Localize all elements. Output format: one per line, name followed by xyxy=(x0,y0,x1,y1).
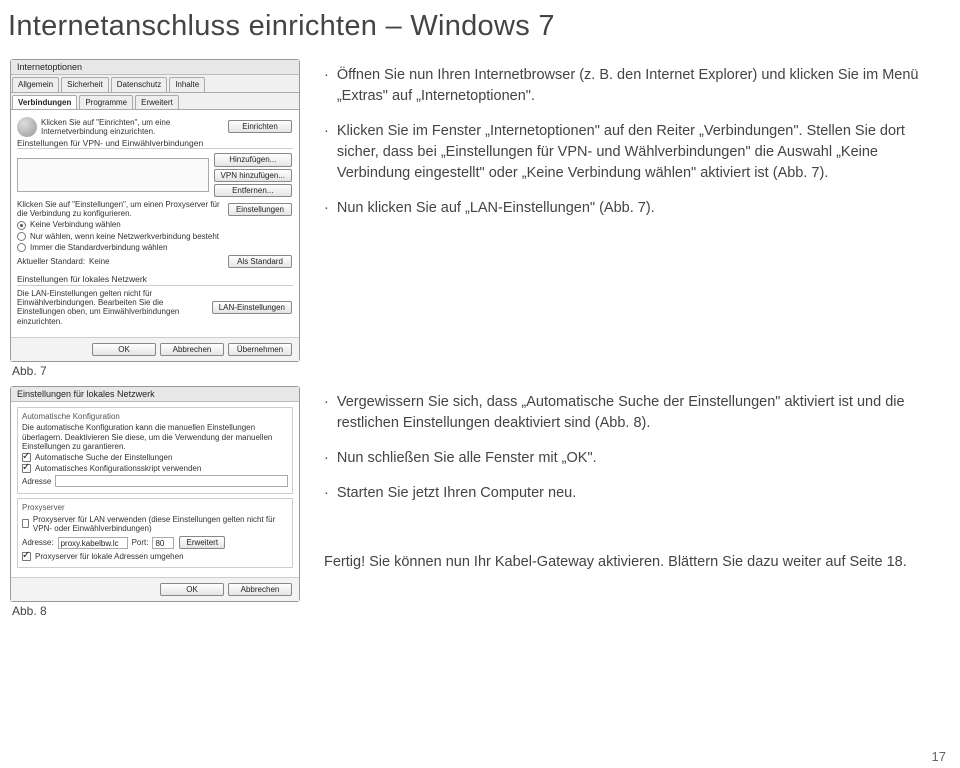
radio-always-label: Immer die Standardverbindung wählen xyxy=(30,243,167,252)
checkbox-script[interactable] xyxy=(22,464,31,473)
checkbox-auto-detect[interactable] xyxy=(22,453,31,462)
setup-button[interactable]: Einrichten xyxy=(228,120,292,133)
add-vpn-button[interactable]: VPN hinzufügen... xyxy=(214,169,292,182)
tab-inhalte[interactable]: Inhalte xyxy=(169,77,205,91)
tab-datenschutz[interactable]: Datenschutz xyxy=(111,77,167,91)
proxy-port-input[interactable]: 80 xyxy=(152,537,174,549)
caption-abb8: Abb. 8 xyxy=(10,604,300,618)
dialog-title: Internetoptionen xyxy=(11,60,299,75)
lan-hint: Die LAN-Einstellungen gelten nicht für E… xyxy=(17,289,207,326)
proxy-address-label: Adresse: xyxy=(22,538,54,547)
instruction-list-bottom: Vergewissern Sie sich, dass „Automatisch… xyxy=(324,392,950,504)
tab-row-2: Verbindungen Programme Erweitert xyxy=(11,93,299,110)
auto-config-hint: Die automatische Konfiguration kann die … xyxy=(22,423,288,451)
final-note: Fertig! Sie können nun Ihr Kabel-Gateway… xyxy=(324,552,950,572)
checkbox-proxy-label: Proxyserver für LAN verwenden (diese Ein… xyxy=(33,515,288,533)
dialog-title: Einstellungen für lokales Netzwerk xyxy=(11,387,299,402)
cancel-button[interactable]: Abbrechen xyxy=(228,583,292,596)
proxy-address-input[interactable]: proxy.kabelbw.lc xyxy=(58,537,128,549)
remove-button[interactable]: Entfernen... xyxy=(214,184,292,197)
proxy-frame-title: Proxyserver xyxy=(22,503,288,512)
advanced-button[interactable]: Erweitert xyxy=(179,536,225,549)
instruction-item: Nun klicken Sie auf „LAN-Einstellungen" … xyxy=(324,198,950,219)
connection-list[interactable] xyxy=(17,158,209,192)
radio-only-when[interactable] xyxy=(17,232,26,241)
tab-row-1: Allgemein Sicherheit Datenschutz Inhalte xyxy=(11,75,299,92)
dialog-lan-settings: Einstellungen für lokales Netzwerk Autom… xyxy=(10,386,300,603)
add-button[interactable]: Hinzufügen... xyxy=(214,153,292,166)
proxy-port-label: Port: xyxy=(132,538,149,547)
lan-settings-button[interactable]: LAN-Einstellungen xyxy=(212,301,292,314)
setup-hint: Klicken Sie auf "Einrichten", um eine In… xyxy=(41,118,223,136)
checkbox-proxy[interactable] xyxy=(22,519,29,528)
default-value: Keine xyxy=(89,257,109,266)
globe-icon xyxy=(17,117,37,137)
instruction-list-top: Öffnen Sie nun Ihren Internetbrowser (z.… xyxy=(324,65,950,219)
instruction-item: Nun schließen Sie alle Fenster mit „OK". xyxy=(324,448,950,469)
dialog-internetoptionen: Internetoptionen Allgemein Sicherheit Da… xyxy=(10,59,300,362)
lan-section-title: Einstellungen für lokales Netzwerk xyxy=(17,275,293,286)
instruction-item: Vergewissern Sie sich, dass „Automatisch… xyxy=(324,392,950,434)
checkbox-bypass-label: Proxyserver für lokale Adressen umgehen xyxy=(35,552,184,561)
tab-erweitert[interactable]: Erweitert xyxy=(135,95,179,109)
cancel-button[interactable]: Abbrechen xyxy=(160,343,224,356)
tab-programme[interactable]: Programme xyxy=(79,95,133,109)
radio-no-conn[interactable] xyxy=(17,221,26,230)
address-label: Adresse xyxy=(22,477,51,486)
auto-config-frame-title: Automatische Konfiguration xyxy=(22,412,288,421)
page-number: 17 xyxy=(932,749,946,764)
checkbox-bypass[interactable] xyxy=(22,552,31,561)
radio-only-when-label: Nur wählen, wenn keine Netzwerkverbindun… xyxy=(30,232,219,241)
page-title: Internetanschluss einrichten – Windows 7 xyxy=(0,0,960,59)
radio-no-conn-label: Keine Verbindung wählen xyxy=(30,220,121,229)
checkbox-script-label: Automatisches Konfigurationsskript verwe… xyxy=(35,464,201,473)
proxy-config-hint: Klicken Sie auf "Einstellungen", um eine… xyxy=(17,200,223,218)
ok-button[interactable]: OK xyxy=(160,583,224,596)
instruction-item: Öffnen Sie nun Ihren Internetbrowser (z.… xyxy=(324,65,950,107)
vpn-section-title: Einstellungen für VPN- und Einwählverbin… xyxy=(17,139,293,150)
default-label: Aktueller Standard: xyxy=(17,257,85,266)
instruction-item: Klicken Sie im Fenster „Internetoptionen… xyxy=(324,121,950,184)
caption-abb7: Abb. 7 xyxy=(10,364,300,378)
tab-sicherheit[interactable]: Sicherheit xyxy=(61,77,109,91)
instruction-item: Starten Sie jetzt Ihren Computer neu. xyxy=(324,483,950,504)
apply-button[interactable]: Übernehmen xyxy=(228,343,292,356)
settings-button[interactable]: Einstellungen xyxy=(228,203,292,216)
tab-allgemein[interactable]: Allgemein xyxy=(12,77,59,91)
tab-verbindungen[interactable]: Verbindungen xyxy=(12,95,77,109)
radio-always[interactable] xyxy=(17,243,26,252)
set-default-button[interactable]: Als Standard xyxy=(228,255,292,268)
address-input[interactable] xyxy=(55,475,288,487)
ok-button[interactable]: OK xyxy=(92,343,156,356)
checkbox-auto-detect-label: Automatische Suche der Einstellungen xyxy=(35,453,172,462)
